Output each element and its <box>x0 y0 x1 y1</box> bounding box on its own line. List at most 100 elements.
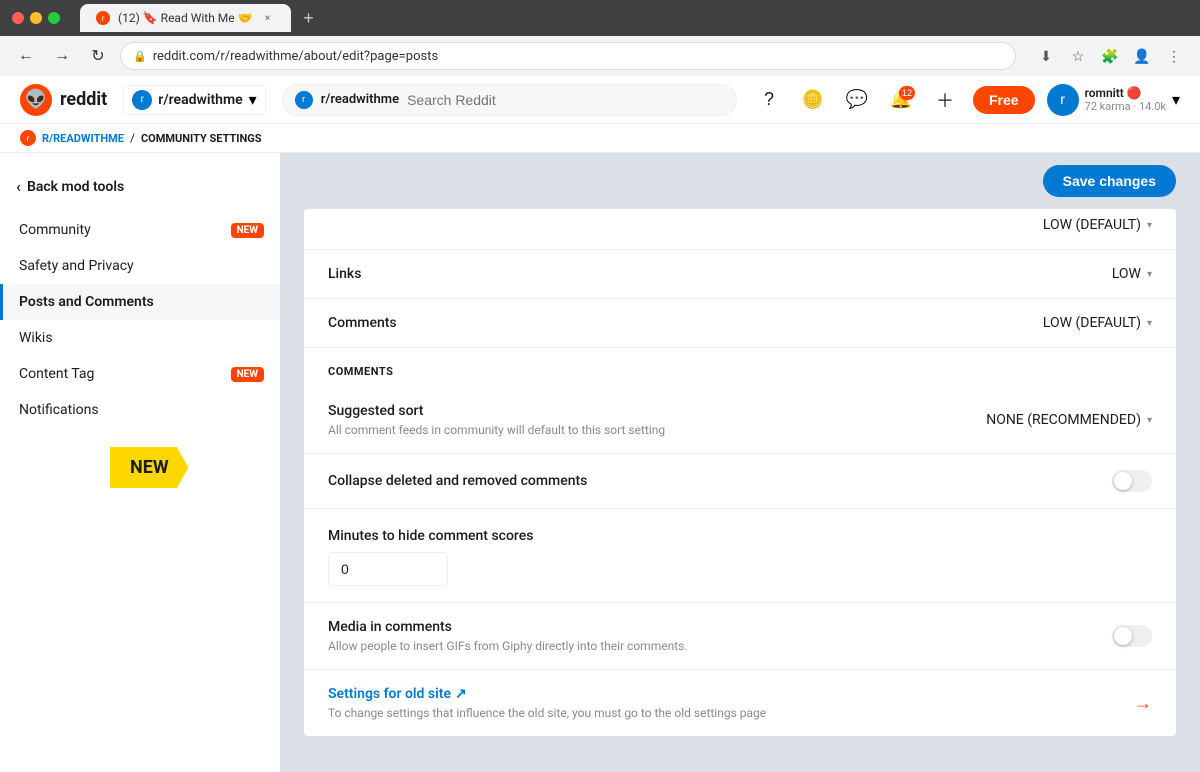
new-tab-button[interactable]: + <box>295 4 323 32</box>
breadcrumb-sub-icon: r <box>20 130 36 146</box>
suggested-sort-info: Suggested sort All comment feeds in comm… <box>328 403 665 437</box>
chevron-down-icon: ▾ <box>1147 220 1152 231</box>
subreddit-icon: r <box>132 90 152 110</box>
lock-icon: 🔒 <box>133 50 147 63</box>
breadcrumb-separator: / <box>130 131 135 145</box>
sidebar-item-label: Content Tag <box>19 366 94 382</box>
minimize-traffic-light[interactable] <box>30 12 42 24</box>
new-badge-content: NEW <box>231 367 264 382</box>
username: romnitt 🔴 <box>1085 86 1166 100</box>
free-button[interactable]: Free <box>973 86 1035 114</box>
search-bar[interactable]: r r/readwithme <box>282 84 737 116</box>
profile-icon[interactable]: 👤 <box>1128 42 1156 70</box>
menu-icon[interactable]: ⋮ <box>1160 42 1188 70</box>
reddit-wordmark: reddit <box>60 89 107 110</box>
hide-scores-row: Minutes to hide comment scores <box>304 509 1176 603</box>
partial-value: LOW (DEFAULT) <box>1043 217 1141 233</box>
suggested-sort-row: Suggested sort All comment feeds in comm… <box>304 387 1176 454</box>
media-comments-toggle[interactable] <box>1112 625 1152 647</box>
breadcrumb-subreddit[interactable]: R/READWITHME <box>42 132 124 145</box>
bookmark-icon[interactable]: ☆ <box>1064 42 1092 70</box>
traffic-lights <box>12 12 60 24</box>
suggested-sort-label: Suggested sort <box>328 403 665 419</box>
chevron-down-icon: ▾ <box>1147 318 1152 329</box>
coins-icon[interactable]: 🪙 <box>797 84 829 116</box>
comments-filter-row: Comments LOW (DEFAULT) ▾ <box>304 299 1176 348</box>
partial-dropdown[interactable]: LOW (DEFAULT) ▾ <box>1043 217 1152 233</box>
comments-section-header: COMMENTS <box>304 348 1176 387</box>
settings-container: LOW (DEFAULT) ▾ Links LOW ▾ <box>280 209 1200 772</box>
add-icon[interactable]: ＋ <box>929 84 961 116</box>
old-site-info: Settings for old site ↗ To change settin… <box>328 686 766 720</box>
sidebar-item-label: Community <box>19 222 91 238</box>
search-sub-label: r/readwithme <box>321 92 399 107</box>
sidebar-item-label: Notifications <box>19 402 99 418</box>
new-feature-tooltip: NEW <box>110 447 189 488</box>
browser-actions: ⬇ ☆ 🧩 👤 ⋮ <box>1032 42 1188 70</box>
arrow-right-icon[interactable]: → <box>1134 693 1152 714</box>
bell-icon[interactable]: 🔔 12 <box>885 84 917 116</box>
main-content: ‹ Back mod tools Community NEW Safety an… <box>0 153 1200 772</box>
comments-filter-dropdown[interactable]: LOW (DEFAULT) ▾ <box>1043 315 1152 331</box>
address-bar[interactable]: 🔒 reddit.com/r/readwithme/about/edit?pag… <box>120 42 1016 70</box>
sidebar-item-notifications[interactable]: Notifications <box>0 392 280 428</box>
hide-scores-label: Minutes to hide comment scores <box>328 528 533 544</box>
hide-scores-input[interactable] <box>328 552 448 586</box>
maximize-traffic-light[interactable] <box>48 12 60 24</box>
chat-icon[interactable]: 💬 <box>841 84 873 116</box>
sidebar: ‹ Back mod tools Community NEW Safety an… <box>0 153 280 772</box>
suggested-sort-value: NONE (RECOMMENDED) <box>986 412 1141 428</box>
media-comments-sub: Allow people to insert GIFs from Giphy d… <box>328 639 688 653</box>
old-site-sub: To change settings that influence the ol… <box>328 706 766 720</box>
user-karma: 72 karma · 14.0k <box>1085 100 1166 113</box>
sidebar-item-label: Posts and Comments <box>19 294 154 310</box>
browser-tab[interactable]: r (12) 🔖 Read With Me 🤝 × <box>80 4 291 32</box>
chevron-down-icon: ▾ <box>249 90 257 109</box>
extensions-icon[interactable]: 🧩 <box>1096 42 1124 70</box>
reddit-logo[interactable]: 👽 reddit <box>20 84 107 116</box>
back-mod-tools-link[interactable]: ‹ Back mod tools <box>0 169 280 204</box>
sidebar-item-posts[interactable]: Posts and Comments <box>0 284 280 320</box>
browser-titlebar: r (12) 🔖 Read With Me 🤝 × + <box>0 0 1200 36</box>
new-badge: NEW <box>231 223 264 238</box>
user-details: romnitt 🔴 72 karma · 14.0k <box>1085 86 1166 113</box>
chevron-down-icon: ▾ <box>1147 269 1152 280</box>
links-value: LOW <box>1112 266 1141 282</box>
sidebar-item-content-tag[interactable]: Content Tag NEW <box>0 356 280 392</box>
page-header: Save changes <box>280 153 1200 209</box>
close-traffic-light[interactable] <box>12 12 24 24</box>
user-avatar: r <box>1047 84 1079 116</box>
sidebar-item-community[interactable]: Community NEW <box>0 212 280 248</box>
tab-favicon: r <box>96 11 110 25</box>
collapse-deleted-row: Collapse deleted and removed comments <box>304 454 1176 509</box>
subreddit-selector[interactable]: r r/readwithme ▾ <box>123 85 265 115</box>
comments-filter-value: LOW (DEFAULT) <box>1043 315 1141 331</box>
settings-card: LOW (DEFAULT) ▾ Links LOW ▾ <box>304 209 1176 736</box>
forward-button[interactable]: → <box>48 42 76 70</box>
suggested-sort-dropdown[interactable]: NONE (RECOMMENDED) ▾ <box>986 412 1152 428</box>
section-title-comments: COMMENTS <box>328 365 393 378</box>
help-icon[interactable]: ? <box>753 84 785 116</box>
old-site-row: Settings for old site ↗ To change settin… <box>304 670 1176 736</box>
header-actions: ? 🪙 💬 🔔 12 ＋ Free r romnitt 🔴 72 karma ·… <box>753 84 1180 116</box>
download-icon[interactable]: ⬇ <box>1032 42 1060 70</box>
old-site-link[interactable]: Settings for old site ↗ <box>328 686 766 702</box>
sidebar-item-safety[interactable]: Safety and Privacy <box>0 248 280 284</box>
tab-title: (12) 🔖 Read With Me 🤝 <box>118 11 253 25</box>
user-chevron-icon: ▾ <box>1172 90 1180 109</box>
save-changes-button[interactable]: Save changes <box>1043 165 1176 197</box>
refresh-button[interactable]: ↻ <box>84 42 112 70</box>
links-dropdown[interactable]: LOW ▾ <box>1112 266 1152 282</box>
reddit-icon: 👽 <box>20 84 52 116</box>
browser-controls: ← → ↻ 🔒 reddit.com/r/readwithme/about/ed… <box>0 36 1200 76</box>
links-setting-row: Links LOW ▾ <box>304 250 1176 299</box>
search-input[interactable] <box>407 92 724 108</box>
tab-bar: r (12) 🔖 Read With Me 🤝 × + <box>80 4 1188 32</box>
search-sub-icon: r <box>295 91 313 109</box>
collapse-deleted-toggle[interactable] <box>1112 470 1152 492</box>
user-menu[interactable]: r romnitt 🔴 72 karma · 14.0k ▾ <box>1047 84 1180 116</box>
tab-close-button[interactable]: × <box>261 11 275 25</box>
sidebar-item-wikis[interactable]: Wikis <box>0 320 280 356</box>
back-button[interactable]: ← <box>12 42 40 70</box>
external-link-icon: ↗ <box>455 686 467 702</box>
